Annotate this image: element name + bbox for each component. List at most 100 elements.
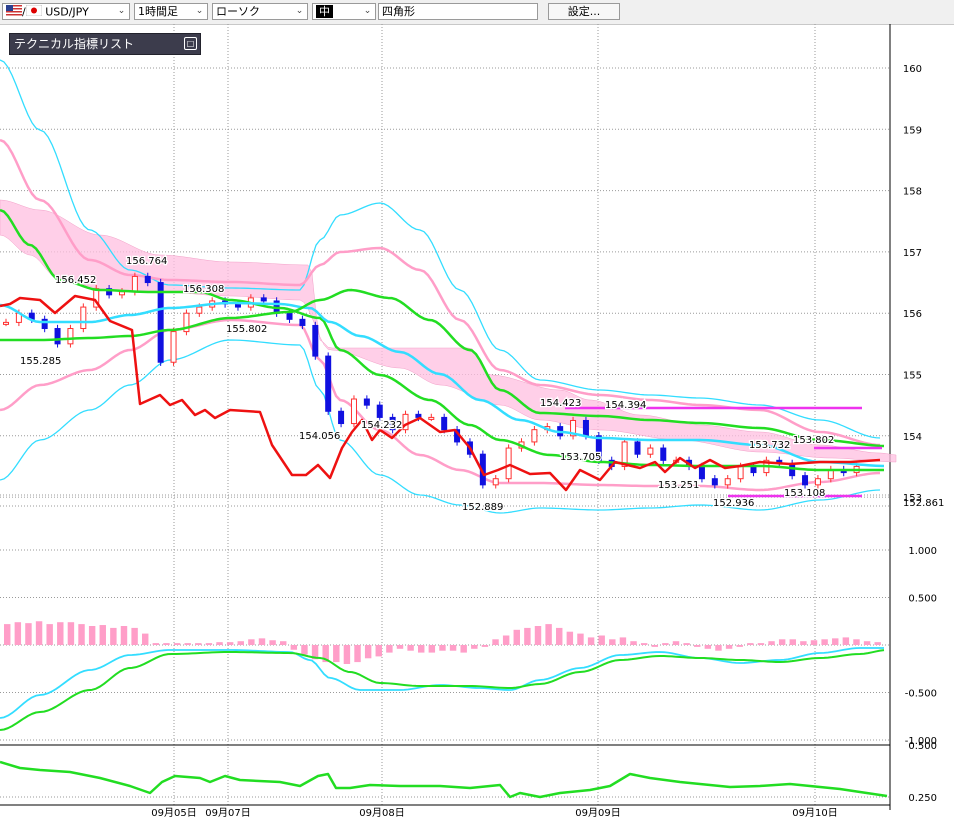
tech-indicator-list-label: テクニカル指標リスト	[14, 37, 135, 51]
macd-histogram-bar	[14, 622, 22, 645]
candle-body	[67, 328, 74, 345]
price-annotation: 155.802	[226, 324, 267, 335]
price-annotation: 153.802	[793, 435, 834, 446]
drawing-tool-field[interactable]: 四角形	[378, 3, 538, 20]
macd-histogram-bar	[481, 645, 489, 647]
macd-histogram-bar	[800, 641, 807, 645]
restore-icon[interactable]: □	[184, 37, 197, 50]
macd-histogram-bar	[67, 622, 75, 645]
candle-body	[286, 312, 293, 320]
symbol-label: USD/JPY	[45, 5, 89, 19]
macd-tick-label: -0.500	[905, 689, 937, 700]
macd-histogram-bar	[57, 622, 64, 645]
macd-histogram-bar	[662, 643, 669, 645]
macd-histogram-bar	[460, 645, 467, 653]
macd-histogram-bar	[513, 629, 520, 645]
current-price-label: 152.861	[903, 498, 944, 509]
macd-histogram-bar	[587, 637, 595, 645]
macd-histogram-bar	[556, 627, 563, 645]
chevron-down-icon[interactable]: ⌄	[292, 4, 307, 19]
price-annotation: 154.423	[540, 398, 581, 409]
macd-histogram-bar	[778, 639, 786, 645]
candle-body	[698, 465, 705, 480]
price-tick-label: 160	[903, 64, 922, 75]
time-tick-label: 09月08日	[359, 807, 404, 819]
chevron-down-icon[interactable]: ⌄	[192, 4, 207, 19]
macd-histogram-bar	[524, 627, 531, 645]
candle-body	[531, 429, 538, 443]
price-tick-label: 155	[903, 371, 922, 382]
chevron-down-icon[interactable]: ⌄	[114, 4, 129, 19]
line-width-select[interactable]: 中 ⌄	[312, 3, 376, 20]
candle-body	[54, 328, 61, 345]
price-annotation: 154.394	[605, 400, 646, 411]
candle-body	[634, 441, 641, 455]
osc-tick-label: 0.500	[908, 741, 937, 752]
macd-histogram-bar	[832, 638, 839, 645]
candle-body	[441, 416, 448, 431]
macd-panel	[0, 549, 890, 741]
macd-histogram-bar	[704, 645, 712, 649]
chart-area[interactable]: 156.452 156.764 156.308 155.802 155.285 154.0…	[0, 24, 954, 820]
price-annotation: 154.056	[299, 431, 340, 442]
macd-histogram-bar	[874, 642, 881, 645]
chevron-down-icon[interactable]: ⌄	[360, 4, 375, 19]
macd-histogram-bar	[407, 645, 414, 651]
macd-histogram-bar	[534, 626, 542, 645]
candle-body	[170, 331, 177, 363]
time-tick-label: 09月10日	[792, 807, 837, 819]
macd-histogram-bar	[184, 643, 191, 645]
macd-histogram-bar	[566, 631, 574, 645]
macd-histogram-bar	[545, 624, 552, 645]
macd-histogram-bar	[842, 637, 850, 645]
candle-body	[131, 275, 138, 293]
macd-histogram-bar	[99, 625, 106, 645]
macd-histogram-bar	[715, 645, 722, 651]
macd-histogram-bar	[269, 640, 276, 645]
timeframe-select[interactable]: 1時間足 ⌄	[134, 3, 208, 20]
us-flag-icon	[6, 4, 22, 20]
candle-body	[492, 478, 499, 486]
macd-histogram-bar	[35, 621, 43, 645]
macd-histogram-bar	[609, 639, 616, 645]
macd-histogram-bar	[226, 642, 234, 645]
macd-histogram-bar	[471, 645, 478, 649]
candle-body	[260, 297, 267, 302]
candle-body	[428, 416, 435, 420]
macd-line	[0, 647, 884, 719]
macd-histogram-bar	[78, 624, 85, 645]
macd-histogram-bar	[354, 645, 361, 663]
macd-histogram-bar	[195, 643, 202, 645]
price-tick-label: 158	[903, 187, 922, 198]
macd-histogram-bar	[683, 643, 690, 645]
candle-body	[80, 306, 87, 330]
macd-histogram-bar	[418, 645, 425, 653]
macd-histogram-bar	[757, 643, 765, 645]
settings-button[interactable]: 設定...	[548, 3, 620, 20]
candle-body	[711, 478, 718, 486]
macd-histogram-bar	[375, 645, 382, 657]
chart-type-label: ローソク	[216, 5, 260, 18]
candle-body	[338, 410, 345, 425]
macd-tick-label: 0.500	[908, 594, 937, 605]
tech-indicator-list-button[interactable]: テクニカル指標リスト □	[9, 33, 201, 55]
symbol-select[interactable]: / USD/JPY ⌄	[2, 3, 130, 20]
macd-histogram-bar	[4, 624, 11, 645]
candle-body	[750, 465, 757, 474]
macd-histogram-bar	[736, 645, 743, 647]
price-annotation: 155.285	[20, 356, 61, 367]
candle-body	[363, 398, 370, 406]
macd-histogram-bar	[142, 633, 149, 645]
macd-histogram-bar	[237, 641, 244, 645]
candle-body	[325, 355, 332, 412]
macd-histogram-bar	[301, 645, 308, 655]
candle-body	[660, 447, 667, 461]
macd-histogram-bar	[449, 645, 457, 651]
macd-histogram-bar	[853, 639, 860, 645]
price-tick-label: 156	[903, 309, 922, 320]
candle-body	[802, 475, 809, 486]
macd-histogram-bar	[258, 638, 266, 645]
chart-type-select[interactable]: ローソク ⌄	[212, 3, 308, 20]
macd-histogram-bar	[46, 624, 53, 645]
price-annotation: 156.764	[126, 256, 167, 267]
